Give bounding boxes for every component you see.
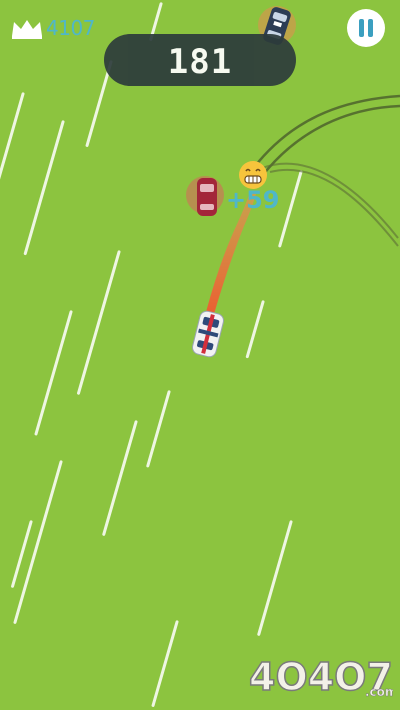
- site-watermark-logo: 4O4O7 .com: [248, 654, 393, 700]
- bonus-score-popup: +59: [226, 186, 280, 214]
- best-score: 4107: [46, 16, 95, 40]
- score-display: 181: [104, 34, 296, 86]
- enemy-car: [197, 178, 217, 216]
- current-score: 181: [167, 42, 233, 82]
- game-stage: +59 4107 181 4O4O7 .com: [0, 0, 400, 710]
- pause-button[interactable]: [347, 9, 385, 47]
- svg-text:.com: .com: [365, 685, 393, 699]
- crown-icon: [12, 20, 42, 39]
- pause-icon: [359, 19, 364, 37]
- pause-icon: [368, 19, 373, 37]
